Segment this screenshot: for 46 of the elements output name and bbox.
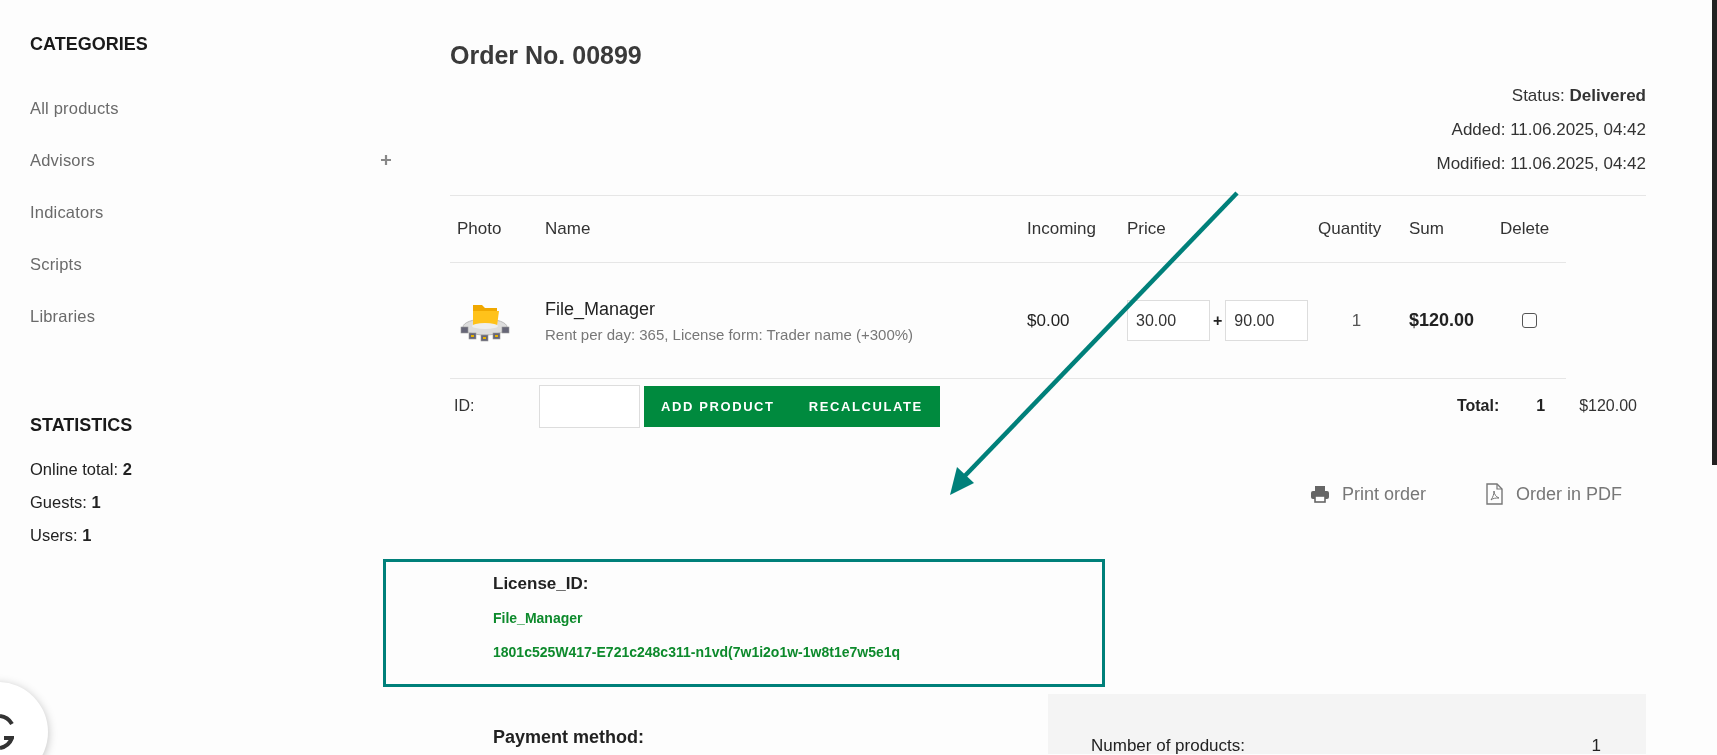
price-extra-input[interactable]: 90.00 (1225, 300, 1309, 341)
product-options: Rent per day: 365, License form: Trader name (+300%) (545, 325, 914, 343)
order-title: Order No. 00899 (450, 40, 642, 70)
payment-heading: Payment method: (493, 727, 645, 747)
column-header: Quantity (1317, 219, 1382, 239)
summary-label: Number of products: (1091, 736, 1245, 755)
category-link[interactable]: Advisors (30, 150, 95, 170)
categories-heading: CATEGORIES (30, 33, 148, 55)
summary-value: 1 (1591, 736, 1601, 755)
total-label: Total: (1456, 397, 1500, 415)
sum-cell-text: $120.00 (1408, 310, 1475, 331)
column-header: Sum (1408, 219, 1444, 239)
printer-icon (1309, 483, 1330, 505)
plus-sign: + (1213, 311, 1223, 330)
column-header: Name (544, 219, 591, 239)
quantity-cell: 1 (1351, 310, 1362, 331)
statistics-heading: STATISTICS (30, 414, 133, 436)
order-meta-text: Added: 11.06.2025, 04:42 (1451, 119, 1646, 141)
id-label: ID: (453, 397, 476, 415)
incoming-cell-text: $0.00 (1026, 310, 1070, 331)
id-input[interactable] (539, 384, 640, 428)
category-link[interactable]: Libraries (30, 306, 96, 326)
statistic-text: Guests: 1 (30, 492, 101, 513)
order-meta-text: Status: Delivered (1511, 85, 1646, 107)
license-product: File_Manager (493, 610, 583, 626)
column-header: Price (1126, 219, 1166, 239)
category-link[interactable]: Scripts (30, 254, 82, 274)
category-link[interactable]: All products (30, 98, 119, 118)
category-link[interactable]: Indicators (30, 202, 104, 222)
statistic-text: Online total: 2 (30, 459, 132, 480)
license-key: 1801c525W417-E721c248c311-n1vd(7w1i2o1w-1w8t1e7w5e1q (493, 644, 901, 660)
total-quantity: 1 (1536, 397, 1546, 415)
column-header: Photo (456, 219, 502, 239)
license-heading: License_ID: (493, 574, 589, 594)
column-header: Delete (1499, 219, 1550, 239)
total-sum: $120.00 (1579, 397, 1637, 415)
order-meta-text: Modified: 11.06.2025, 04:42 (1436, 153, 1646, 175)
delete-checkbox[interactable] (1522, 313, 1537, 328)
statistic-text: Users: 1 (30, 525, 92, 546)
plus-icon[interactable] (380, 154, 392, 166)
product-name[interactable]: File_Manager (545, 298, 656, 320)
print-link[interactable]: Print order (1309, 483, 1426, 505)
pdf-link[interactable]: Order in PDF (1483, 483, 1622, 505)
pdf-file-icon (1483, 483, 1504, 505)
column-header: Incoming (1026, 219, 1096, 239)
price-input[interactable]: 30.00 (1127, 300, 1210, 341)
